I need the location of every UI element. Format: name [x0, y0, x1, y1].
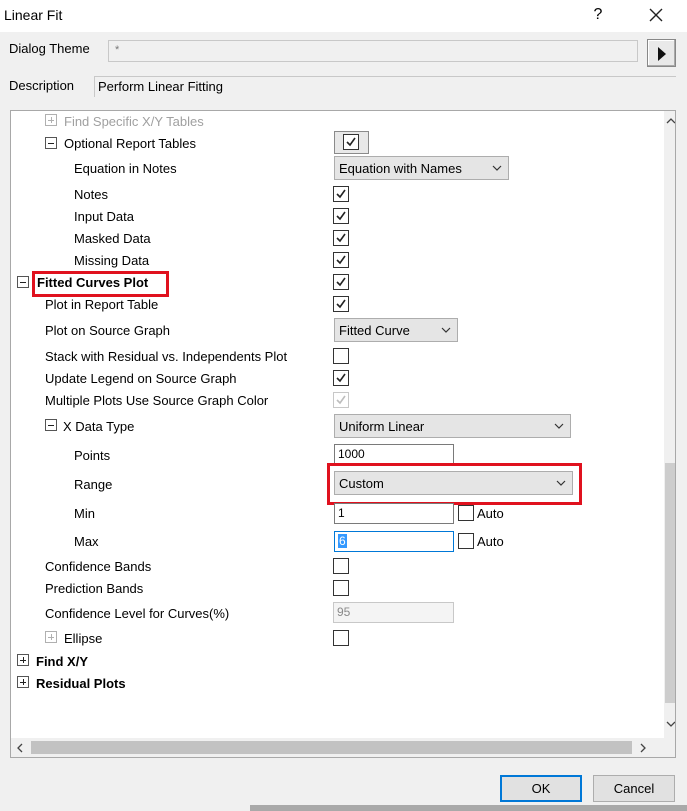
tree-item-range: Range — [74, 477, 113, 492]
dialog-theme-field[interactable]: * — [108, 40, 638, 62]
max-auto-checkbox[interactable] — [458, 533, 474, 549]
vertical-scroll-thumb[interactable] — [665, 463, 675, 703]
scrollbar-corner — [664, 738, 675, 757]
tree-item-fitted-curves-plot: Fitted Curves Plot — [37, 275, 149, 290]
masked-data-checkbox[interactable] — [333, 230, 349, 246]
tree-item-x-data-type: X Data Type — [63, 419, 135, 434]
missing-data-checkbox[interactable] — [333, 252, 349, 268]
horizontal-scrollbar[interactable] — [11, 738, 664, 757]
equation-in-notes-value: Equation with Names — [339, 161, 462, 176]
description-field[interactable]: Perform Linear Fitting — [94, 76, 676, 97]
max-auto-label: Auto — [477, 534, 504, 549]
tree-item-equation-in-notes: Equation in Notes — [74, 161, 177, 176]
collapse-icon[interactable] — [17, 276, 29, 288]
expand-icon[interactable] — [17, 654, 29, 666]
tree-item-update-legend: Update Legend on Source Graph — [45, 371, 237, 386]
tree-item-points: Points — [74, 448, 111, 463]
play-arrow-icon — [658, 47, 666, 61]
check-icon — [336, 211, 346, 221]
tree-item-notes: Notes — [74, 187, 108, 202]
title-bar: Linear Fit ? — [0, 0, 687, 32]
close-icon[interactable] — [643, 2, 669, 28]
plot-in-report-checkbox[interactable] — [333, 296, 349, 312]
check-icon — [336, 299, 346, 309]
range-dropdown[interactable]: Custom — [334, 471, 573, 495]
tree-item-missing-data: Missing Data — [74, 253, 150, 268]
ok-button[interactable]: OK — [500, 775, 582, 802]
prediction-bands-checkbox[interactable] — [333, 580, 349, 596]
update-legend-checkbox[interactable] — [333, 370, 349, 386]
plot-on-source-dropdown[interactable]: Fitted Curve — [334, 318, 458, 342]
stack-residual-checkbox[interactable] — [333, 348, 349, 364]
fitted-curves-plot-checkbox[interactable] — [333, 274, 349, 290]
points-input[interactable]: 1000 — [334, 444, 454, 465]
ellipse-checkbox[interactable] — [333, 630, 349, 646]
notes-checkbox[interactable] — [333, 186, 349, 202]
tree-item-multiple-plots-color: Multiple Plots Use Source Graph Color — [45, 393, 269, 408]
window-title: Linear Fit — [4, 7, 63, 23]
expand-icon[interactable] — [45, 114, 57, 126]
check-icon — [336, 277, 346, 287]
expand-icon[interactable] — [17, 676, 29, 688]
settings-tree: Find Specific X/Y Tables Optional Report… — [10, 110, 676, 758]
bottom-edge — [250, 805, 687, 811]
chevron-up-icon — [666, 118, 675, 124]
max-value: 6 — [338, 534, 347, 548]
check-icon — [336, 373, 346, 383]
range-value: Custom — [339, 476, 384, 491]
tree-item-masked-data: Masked Data — [74, 231, 151, 246]
chevron-down-icon — [556, 480, 566, 486]
chevron-right-icon — [640, 743, 646, 753]
chevron-left-icon — [17, 743, 23, 753]
confidence-level-input: 95 — [333, 602, 454, 623]
plot-on-source-value: Fitted Curve — [339, 323, 410, 338]
min-input[interactable]: 1 — [334, 503, 454, 524]
collapse-icon[interactable] — [45, 137, 57, 149]
input-data-checkbox[interactable] — [333, 208, 349, 224]
x-data-type-dropdown[interactable]: Uniform Linear — [334, 414, 571, 438]
vertical-scrollbar[interactable] — [664, 111, 675, 738]
expand-icon[interactable] — [45, 631, 57, 643]
tree-item-find-xy: Find X/Y — [36, 654, 88, 669]
min-auto-checkbox[interactable] — [458, 505, 474, 521]
tree-item-ellipse: Ellipse — [64, 631, 103, 646]
check-icon — [346, 137, 356, 147]
check-icon — [336, 255, 346, 265]
multiple-plots-color-checkbox — [333, 392, 349, 408]
theme-menu-button[interactable] — [647, 39, 676, 67]
chevron-down-icon — [554, 423, 564, 429]
description-label: Description — [9, 78, 75, 93]
dialog-theme-label: Dialog Theme — [9, 41, 90, 56]
max-input[interactable]: 6 — [334, 531, 454, 552]
check-icon — [336, 395, 346, 405]
chevron-down-icon — [441, 327, 451, 333]
tree-item-confidence-level: Confidence Level for Curves(%) — [45, 606, 230, 621]
tree-item-confidence-bands: Confidence Bands — [45, 559, 152, 574]
tree-item-plot-in-report: Plot in Report Table — [45, 297, 159, 312]
check-icon — [336, 189, 346, 199]
tree-item-max: Max — [74, 534, 99, 549]
collapse-icon[interactable] — [45, 419, 57, 431]
x-data-type-value: Uniform Linear — [339, 419, 425, 434]
tree-item-min: Min — [74, 506, 95, 521]
chevron-down-icon — [666, 721, 675, 727]
tree-item-find-specific: Find Specific X/Y Tables — [64, 114, 204, 129]
tree-item-stack-residual: Stack with Residual vs. Independents Plo… — [45, 349, 288, 364]
tree-item-plot-on-source: Plot on Source Graph — [45, 323, 171, 338]
cancel-button[interactable]: Cancel — [593, 775, 675, 802]
min-auto-label: Auto — [477, 506, 504, 521]
equation-in-notes-dropdown[interactable]: Equation with Names — [334, 156, 509, 180]
horizontal-scroll-thumb[interactable] — [31, 741, 632, 754]
optional-report-toggle[interactable] — [334, 131, 369, 154]
confidence-bands-checkbox[interactable] — [333, 558, 349, 574]
tree-item-optional-report: Optional Report Tables — [64, 136, 197, 151]
tree-item-input-data: Input Data — [74, 209, 134, 224]
chevron-down-icon — [492, 165, 502, 171]
check-icon — [336, 233, 346, 243]
help-button[interactable]: ? — [586, 2, 610, 28]
optional-report-checkbox[interactable] — [343, 134, 359, 150]
tree-item-prediction-bands: Prediction Bands — [45, 581, 144, 596]
tree-item-residual-plots: Residual Plots — [36, 676, 126, 691]
